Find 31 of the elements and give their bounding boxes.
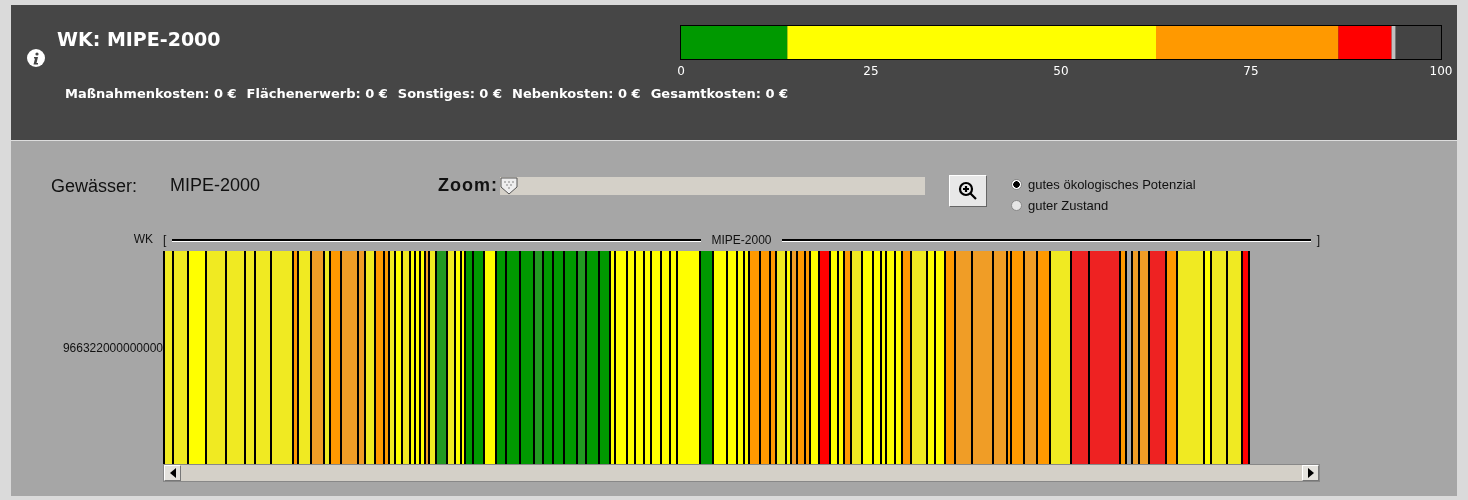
axis-tick-label: 50 (1053, 64, 1069, 78)
axis-tick-label: 25 (863, 64, 879, 78)
row-label: WK (133, 232, 153, 246)
cost-summary: Nebenkosten: 0 € (512, 86, 641, 101)
water-body-value: MIPE-2000 (170, 175, 262, 196)
range-bracket: [ (163, 233, 167, 247)
zoom-in-icon (958, 181, 978, 201)
cost-summary: Flächenerwerb: 0 € (246, 86, 388, 101)
scroll-left-button[interactable] (164, 465, 181, 481)
axis-tick-label: 0 (677, 64, 685, 78)
scroll-right-button[interactable] (1302, 465, 1319, 481)
range-bracket: ] (1316, 233, 1320, 247)
range-label: MIPE-2000 (711, 233, 772, 247)
zoom-in-button[interactable] (949, 175, 987, 207)
cost-summary: Maßnahmenkosten: 0 € (65, 86, 237, 101)
target-radio-option[interactable]: guter Zustand (1011, 198, 1196, 213)
zoom-slider[interactable] (500, 177, 925, 195)
water-body-title: WK: MIPE-2000 (57, 28, 222, 50)
row-label: 966322000000000 (62, 341, 163, 355)
radio-button[interactable] (1011, 200, 1022, 211)
slider-thumb[interactable] (500, 177, 518, 195)
radio-label: guter Zustand (1028, 198, 1109, 213)
horizontal-scrollbar[interactable] (163, 464, 1320, 482)
radio-button[interactable] (1011, 179, 1022, 190)
cost-summary: Sonstiges: 0 € (397, 86, 502, 101)
cost-summary: Gesamtkosten: 0 € (650, 86, 789, 101)
zoom-label: Zoom: (438, 175, 498, 196)
axis-tick-label: 100 (1429, 64, 1453, 78)
water-body-label: Gewässer: (51, 176, 139, 197)
info-icon[interactable] (27, 49, 45, 67)
axis-tick-label: 75 (1243, 64, 1259, 78)
